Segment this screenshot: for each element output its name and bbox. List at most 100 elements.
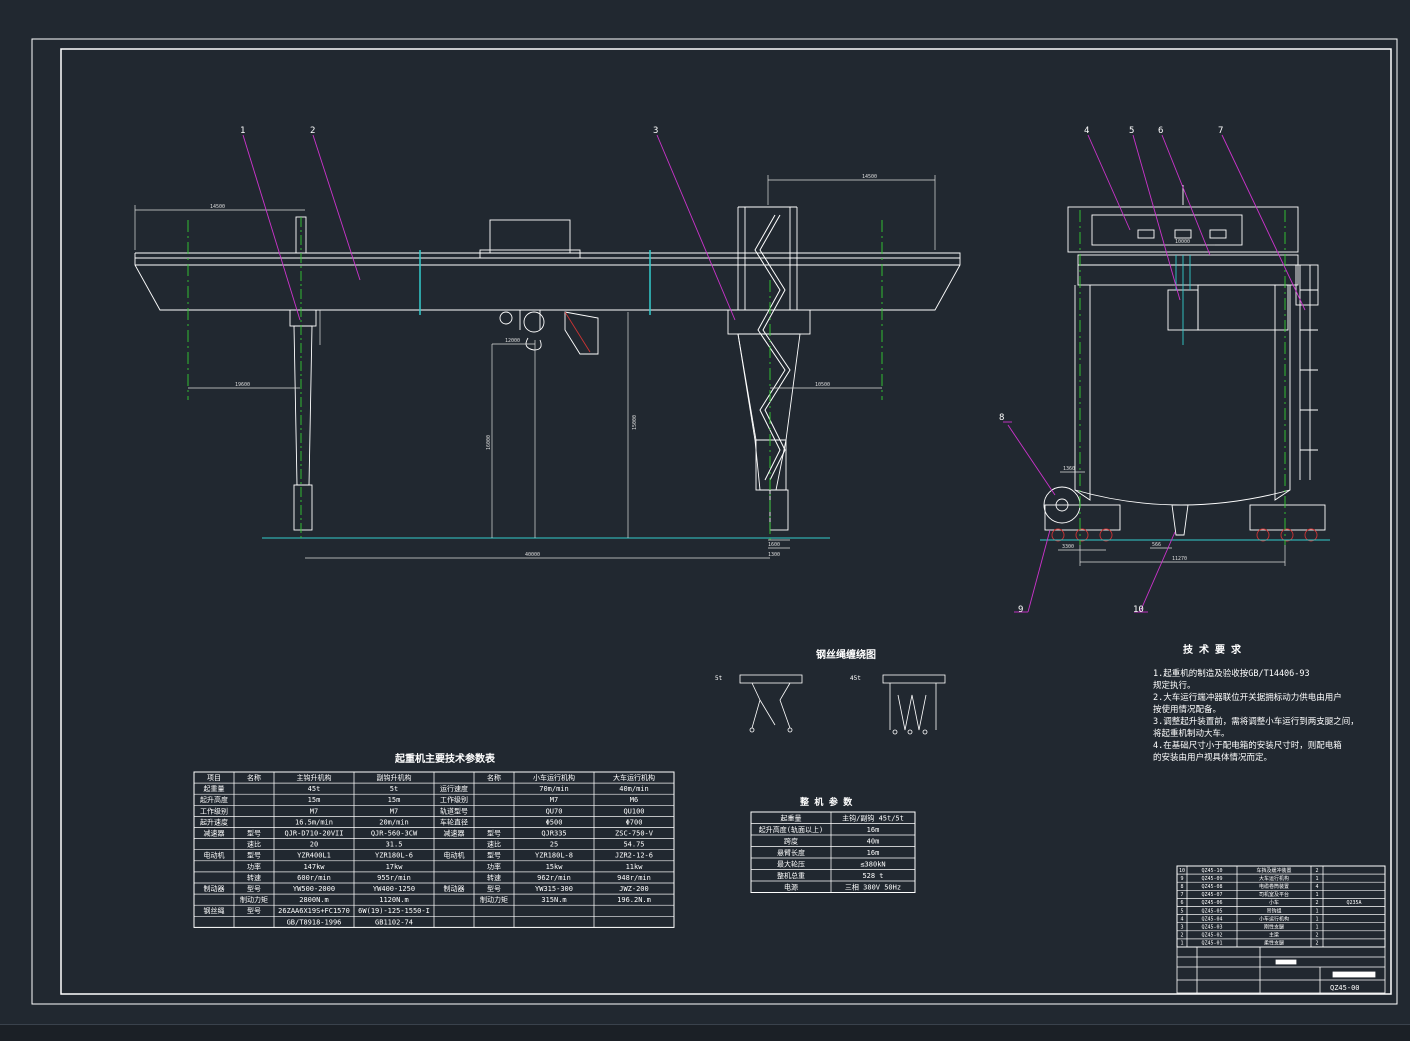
params-text: JWZ-200 [619,885,649,893]
params-text: 40m/min [619,785,649,793]
parts-text: 2 [1315,941,1318,947]
overall-text: ≤380kN [860,860,885,868]
parts-text: QZ45-09 [1201,876,1222,882]
params-text: YW315-300 [535,885,573,893]
params-text: QU100 [623,807,644,815]
params-text: 名称 [487,773,501,782]
bogie-right [1249,504,1326,542]
params-text: 15m [308,796,321,804]
params-text: 20m/min [379,818,409,826]
parts-text: QZ45-08 [1201,884,1222,890]
params-text: 2800N.m [299,896,329,904]
params-cell [433,838,475,850]
side-dim-texts: 11270 10000 3300 1360 566 [1062,239,1190,562]
balloon-10: 10 [1133,605,1144,615]
params-cell [193,893,235,906]
parts-cell [1322,922,1386,932]
title-block: QZ45-00 [1176,946,1386,994]
params-text: ZSC-750-V [615,829,654,837]
params-cell [433,916,475,928]
side-elevation: 11270 10000 3300 1360 566 4 5 6 7 8 9 10 [999,126,1330,615]
params-text: 小车运行机构 [533,773,575,782]
flexible-leg [289,216,317,540]
params-text: 工作级别 [440,795,468,804]
params-text: 减速器 [204,828,225,837]
overall-text: 最大轮压 [777,859,805,868]
params-text: 15kw [546,863,564,871]
overall-text: 整机总重 [777,871,805,880]
params-text: 轨道型号 [440,806,468,815]
rope-title: 钢丝绳缠绕图 [816,648,876,661]
parts-text: 主梁 [1269,932,1279,939]
params-cell [193,871,235,884]
parts-text: 4 [1180,916,1183,922]
parts-text: 2 [1315,900,1318,906]
parts-text: 9 [1180,876,1183,882]
balloon-1: 1 [240,126,245,136]
params-text: 型号 [247,906,261,915]
drawing-number: QZ45-00 [1330,984,1360,992]
parts-text: 5 [1180,908,1183,914]
params-text: GB1102-74 [375,918,413,926]
params-text: 起升高度 [200,795,228,804]
params-text: YZR400L1 [297,852,331,860]
tech-line-1: 1.起重机的制造及验收按GB/T14406-93 [1153,668,1310,679]
params-text: 16.5m/min [295,818,333,826]
params-text: 26ZAA6X19S+FC1570 [278,907,350,915]
overall-title: 整 机 参 数 [799,796,853,808]
params-text: 工作级别 [200,806,228,815]
params-text: 制动器 [204,884,225,893]
parts-text: QZ45-01 [1201,941,1222,947]
parts-text: QZ45-05 [1201,908,1222,914]
balloon-8: 8 [999,413,1004,423]
params-cell [433,860,475,873]
params-text: 钢丝绳 [204,906,225,915]
params-cell [433,904,475,917]
parts-text: 电缆卷筒装置 [1259,883,1289,890]
params-cell [513,916,595,928]
parts-cell [1322,890,1386,899]
rope-reeving: 钢丝绳缠绕图 5t 45t [715,648,946,735]
params-cell [233,793,275,806]
tech-requirements: 技 术 要 求 1.起重机的制造及验收按GB/T14406-93 规定执行。 2… [1153,643,1359,763]
params-text: 11kw [626,863,644,871]
params-text: 962r/min [537,874,571,882]
balloon-4: 4 [1084,126,1089,136]
params-cell [433,871,475,884]
parts-text: 2 [1180,933,1183,939]
params-text: 起升速度 [200,817,228,826]
params-text: M7 [390,807,398,815]
dim-small-2: 1300 [768,552,780,558]
tech-line-6: 将起重机制动大车。 [1153,728,1230,739]
parts-text: 1 [1315,876,1318,882]
parts-text: 6 [1180,900,1183,906]
parts-text: 大车运行机构 [1259,875,1289,882]
tech-line-4: 按使用情况配备。 [1153,704,1221,715]
params-cell [473,904,515,917]
params-text: GB/T8918-1996 [287,918,342,926]
bogie-left [1044,504,1121,542]
params-text: 型号 [487,851,501,860]
parts-text: QZ45-10 [1201,868,1222,874]
overall-text: 起升高度(轨面以上) [759,825,823,834]
drawing-sheet: 14500 14500 40000 19600 10500 12000 1600… [31,38,1398,1005]
params-cell [473,782,515,795]
params-text: 6W(19)-125-1550-I [358,907,430,915]
parts-text: QZ45-07 [1201,892,1222,898]
overall-text: 主钩/副钩 45t/5t [842,813,904,822]
params-text: 型号 [247,851,261,860]
parts-text: QZ45-02 [1201,933,1222,939]
params-text: 45t [308,785,321,793]
parts-cell [1322,881,1386,891]
parts-text: QZ45-04 [1201,916,1222,922]
params-cell [233,816,275,828]
parts-text: 1 [1315,925,1318,931]
params-text: YW400-1250 [373,885,415,893]
parts-text: 小车运行机构 [1259,915,1289,922]
params-text: 70m/min [539,785,569,793]
params-text: QJR-560-3CW [371,829,418,837]
balloon-2: 2 [310,126,315,136]
params-text: 17kw [386,863,404,871]
params-text: 减速器 [444,828,465,837]
parts-text: 3 [1180,925,1183,931]
